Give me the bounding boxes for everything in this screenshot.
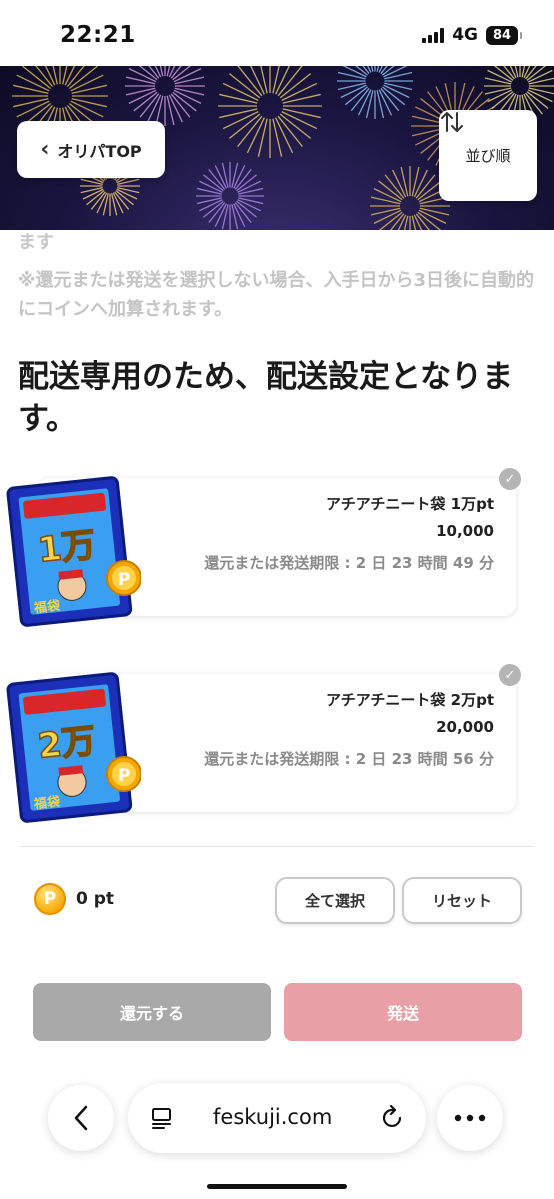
pack-tag: 福袋	[32, 598, 62, 617]
browser-toolbar: feskuji.com	[0, 1066, 554, 1199]
more-dots-icon	[454, 1114, 486, 1122]
select-all-button[interactable]: 全て選択	[275, 877, 395, 924]
sort-order-button[interactable]: 並び順	[439, 110, 537, 201]
pack-badge: 2万	[36, 721, 98, 767]
chevron-left-icon: ‹	[40, 137, 50, 162]
sort-label: 並び順	[465, 147, 511, 165]
sort-arrows-icon	[441, 112, 463, 132]
reader-icon[interactable]	[150, 1107, 174, 1129]
url-text: feskuji.com	[213, 1105, 333, 1129]
home-indicator	[207, 1184, 347, 1189]
prize-deadline: 還元または発送期限 : 2 日 23 時間 56 分	[204, 750, 494, 768]
reload-icon[interactable]	[380, 1105, 406, 1131]
ship-button[interactable]: 発送	[284, 983, 522, 1041]
prize-value: 20,000	[436, 718, 494, 736]
pack-badge: 1万	[36, 525, 98, 571]
url-bar[interactable]: feskuji.com	[128, 1083, 426, 1153]
shipping-only-headline: 配送専用のため、配送設定となります。	[18, 359, 514, 437]
coin-icon: P	[34, 883, 66, 915]
battery-icon: 84	[486, 25, 522, 45]
firework-burst	[196, 162, 264, 230]
prize-name: アチアチニート袋 2万pt	[326, 691, 494, 709]
firework-burst	[370, 166, 450, 230]
chevron-left-icon	[74, 1105, 88, 1131]
status-time: 22:21	[60, 22, 136, 48]
divider	[20, 846, 534, 847]
back-button-label: オリパTOP	[57, 141, 142, 161]
status-indicators: 4G 84	[422, 25, 522, 45]
pack-tag: 福袋	[32, 794, 62, 813]
more-options-button[interactable]	[437, 1085, 503, 1151]
coin-symbol: P	[43, 889, 57, 909]
firework-burst	[125, 66, 205, 126]
points-value: 0 pt	[76, 889, 115, 909]
oripa-top-back-button[interactable]: ‹ オリパTOP	[17, 121, 165, 178]
prize-value: 10,000	[436, 522, 494, 540]
notice-cut-text: ます	[18, 232, 54, 253]
checkmark-icon[interactable]: ✓	[499, 664, 521, 686]
battery-level: 84	[492, 27, 512, 43]
prize-pack-image: 2万 福袋 P	[6, 672, 141, 823]
points-balance: P 0 pt	[34, 883, 114, 915]
network-label: 4G	[452, 25, 478, 45]
checkmark-icon[interactable]: ✓	[499, 468, 521, 490]
pack-coin-symbol: P	[118, 766, 130, 786]
return-button[interactable]: 還元する	[33, 983, 271, 1041]
prize-deadline: 還元または発送期限 : 2 日 23 時間 49 分	[204, 554, 494, 572]
firework-burst	[337, 66, 413, 119]
signal-icon	[422, 27, 445, 43]
fireworks-banner: ‹ オリパTOP 並び順	[0, 66, 554, 230]
pack-coin-symbol: P	[118, 570, 130, 590]
firework-burst	[218, 66, 322, 158]
status-bar: 22:21 4G 84	[0, 0, 554, 66]
reset-button[interactable]: リセット	[402, 877, 522, 924]
prize-item[interactable]: 2万 福袋 P ✓ アチアチニート袋 2万pt 20,000 還元または発送期限…	[0, 664, 554, 824]
auto-coin-notice: ※還元または発送を選択しない場合、入手日から3日後に自動的にコインへ加算されます…	[18, 270, 535, 320]
prize-pack-image: 1万 福袋 P	[6, 476, 141, 627]
prize-item[interactable]: 1万 福袋 P ✓ アチアチニート袋 1万pt 10,000 還元または発送期限…	[0, 468, 554, 628]
browser-back-button[interactable]	[48, 1085, 114, 1151]
prize-name: アチアチニート袋 1万pt	[326, 495, 494, 513]
